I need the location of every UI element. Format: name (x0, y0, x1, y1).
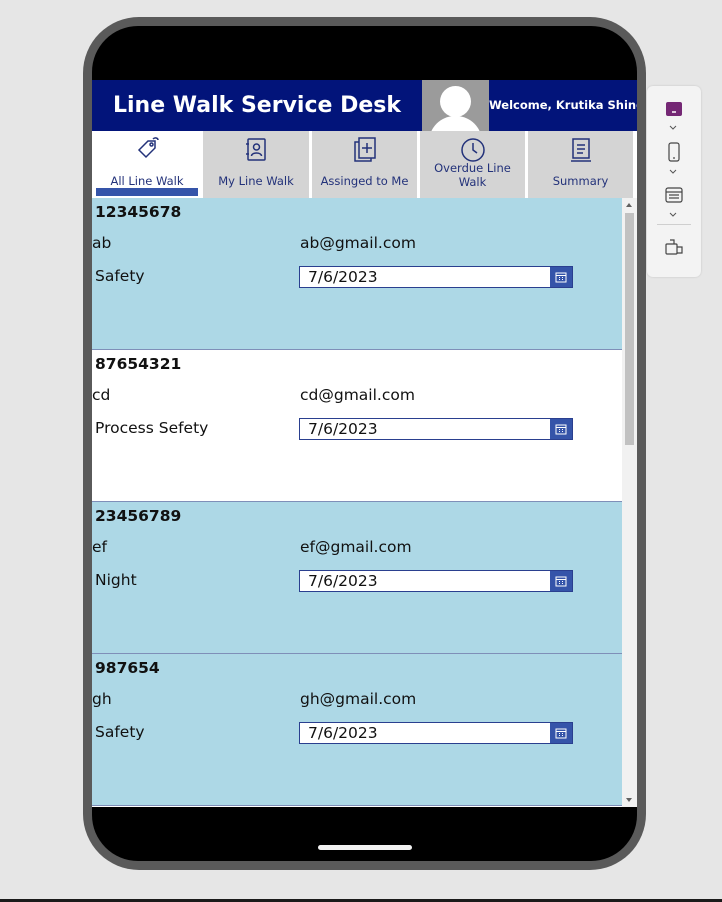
scroll-up-arrow[interactable] (626, 203, 632, 207)
welcome-text: Welcome, Krutika Shinde (489, 98, 637, 112)
tab-bar: All Line Walk My Line Walk Assinged to M… (92, 131, 637, 198)
record-name: cd (92, 386, 111, 404)
list-item[interactable]: 987654 gh gh@gmail.com Safety 7/6/2023 (92, 654, 622, 806)
screen-icon[interactable] (664, 185, 684, 205)
calendar-button[interactable] (550, 267, 572, 287)
record-email: cd@gmail.com (300, 386, 415, 404)
record-id: 23456789 (95, 507, 182, 525)
app-screen: Line Walk Service Desk Welcome, Krutika … (92, 80, 637, 807)
vertical-scrollbar[interactable] (622, 198, 637, 807)
tag-icon (137, 137, 159, 159)
phone-icon[interactable] (664, 142, 684, 162)
tab-label: All Line Walk (110, 174, 184, 188)
date-picker[interactable]: 7/6/2023 (299, 266, 573, 288)
record-category: Night (95, 571, 137, 589)
calendar-button[interactable] (550, 723, 572, 743)
record-name: ab (92, 234, 112, 252)
record-category: Process Sefety (95, 419, 209, 437)
tab-my-line-walk[interactable]: My Line Walk (203, 131, 309, 198)
tab-label: My Line Walk (218, 174, 294, 188)
date-value: 7/6/2023 (308, 420, 378, 438)
record-id: 987654 (95, 659, 160, 677)
app-layout-icon[interactable] (664, 100, 684, 120)
record-category: Safety (95, 723, 145, 741)
add-document-icon (353, 137, 376, 162)
record-id: 12345678 (95, 203, 182, 221)
date-picker[interactable]: 7/6/2023 (299, 570, 573, 592)
calendar-icon (555, 576, 567, 587)
list-item[interactable]: 87654321 cd cd@gmail.com Process Sefety … (92, 350, 622, 502)
record-email: ef@gmail.com (300, 538, 412, 556)
toolbar-divider (657, 224, 691, 225)
side-toolbar (647, 86, 701, 277)
contact-book-icon (246, 138, 266, 161)
chevron-down-icon[interactable] (669, 169, 677, 175)
app-header: Line Walk Service Desk Welcome, Krutika … (92, 80, 637, 131)
date-picker[interactable]: 7/6/2023 (299, 722, 573, 744)
calendar-button[interactable] (550, 571, 572, 591)
calendar-button[interactable] (550, 419, 572, 439)
tab-assigned-to-me[interactable]: Assinged to Me (312, 131, 417, 198)
calendar-icon (555, 272, 567, 283)
list-item[interactable]: 23456789 ef ef@gmail.com Night 7/6/2023 (92, 502, 622, 654)
list-item[interactable]: 12345678 ab ab@gmail.com Safety 7/6/2023 (92, 198, 622, 350)
line-walk-gallery: 12345678 ab ab@gmail.com Safety 7/6/2023… (92, 198, 622, 807)
clock-icon (460, 138, 485, 162)
date-picker[interactable]: 7/6/2023 (299, 418, 573, 440)
record-id: 87654321 (95, 355, 182, 373)
calendar-icon (555, 424, 567, 435)
calendar-icon (555, 728, 567, 739)
record-name: gh (92, 690, 112, 708)
active-tab-indicator (96, 188, 198, 196)
date-value: 7/6/2023 (308, 572, 378, 590)
scroll-down-arrow[interactable] (626, 798, 632, 802)
tab-label: Summary (552, 174, 609, 188)
app-title: Line Walk Service Desk (113, 93, 401, 118)
tab-label: Assinged to Me (320, 174, 409, 188)
tab-summary[interactable]: Summary (528, 131, 633, 198)
scrollbar-thumb[interactable] (625, 213, 634, 445)
tab-label: Overdue Line Walk (434, 161, 511, 189)
date-value: 7/6/2023 (308, 268, 378, 286)
run-icon[interactable] (664, 238, 684, 258)
record-email: ab@gmail.com (300, 234, 416, 252)
avatar (422, 80, 489, 131)
chevron-down-icon[interactable] (669, 125, 677, 131)
chevron-down-icon[interactable] (669, 212, 677, 218)
record-email: gh@gmail.com (300, 690, 417, 708)
tab-overdue-line-walk[interactable]: Overdue Line Walk (420, 131, 525, 198)
tab-all-line-walk[interactable]: All Line Walk (92, 131, 202, 198)
home-indicator (318, 845, 412, 850)
record-name: ef (92, 538, 107, 556)
date-value: 7/6/2023 (308, 724, 378, 742)
document-list-icon (570, 138, 591, 162)
record-category: Safety (95, 267, 145, 285)
